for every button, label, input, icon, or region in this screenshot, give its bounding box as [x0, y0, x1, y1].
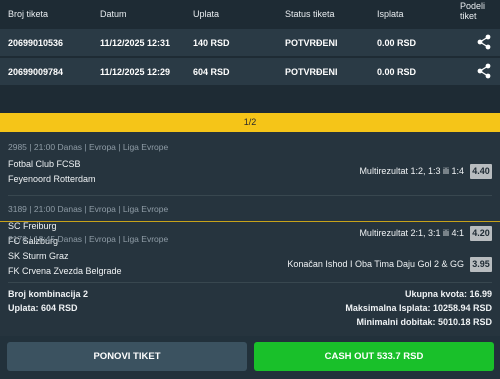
pagination-bar[interactable]: 1/2 [0, 113, 500, 132]
odd-badge: 3.95 [470, 257, 492, 272]
tickets-table-header: Broj tiketa Datum Uplata Status tiketa I… [0, 0, 500, 29]
ticket-status: POTVRĐENI [285, 67, 338, 77]
home-team: SC Freiburg [8, 221, 57, 231]
ticket-date: 11/12/2025 12:29 [100, 67, 171, 77]
ticket-row[interactable]: 20699010536 11/12/2025 12:31 140 RSD POT… [0, 29, 500, 56]
ticket-stake: 140 RSD [193, 38, 230, 48]
bet-pick: Multirezultat 1:2, 1:3 ili 1:4 [359, 166, 464, 176]
ticket-payout: 0.00 RSD [377, 38, 417, 48]
share-icon[interactable] [476, 63, 492, 79]
gold-divider [0, 221, 500, 222]
ticket-number: 20699010536 [8, 38, 64, 48]
summary-stake: Uplata: 604 RSD [8, 303, 78, 313]
header-share-line1: Podeli [460, 1, 486, 11]
match-meta: 2985 | 21:00 Danas | Evropa | Liga Evrop… [8, 142, 169, 152]
home-team: SK Sturm Graz [8, 251, 69, 261]
repeat-ticket-button[interactable]: PONOVI TIKET [7, 342, 247, 371]
cash-out-button[interactable]: CASH OUT 533.7 RSD [254, 342, 494, 371]
min-win: Minimalni dobitak: 5010.18 RSD [356, 317, 492, 327]
away-team: FK Crvena Zvezda Belgrade [8, 266, 122, 276]
ticket-payout: 0.00 RSD [377, 67, 417, 77]
ticket-row[interactable]: 20699009784 11/12/2025 12:29 604 RSD POT… [0, 58, 500, 85]
combinations-count: Broj kombinacija 2 [8, 289, 89, 299]
home-team: Fotbal Club FCSB [8, 159, 81, 169]
ticket-number: 20699009784 [8, 67, 64, 77]
total-odds: Ukupna kvota: 16.99 [404, 289, 492, 299]
header-share: Podeli tiket [460, 1, 485, 21]
match-meta: 2178 | 18:45 Danas | Evropa | Liga Evrop… [8, 234, 169, 244]
bet-pick: Konačan Ishod I Oba Tima Daju Gol 2 & GG [287, 259, 464, 269]
match-item: 2178 | 18:45 Danas | Evropa | Liga Evrop… [0, 234, 500, 282]
page-indicator: 1/2 [243, 117, 257, 127]
max-payout: Maksimalna Isplata: 10258.94 RSD [345, 303, 492, 313]
ticket-status: POTVRĐENI [285, 38, 338, 48]
ticket-stake: 604 RSD [193, 67, 230, 77]
odd-badge: 4.40 [470, 164, 492, 179]
match-divider [8, 282, 492, 283]
match-divider [8, 195, 492, 196]
header-status: Status tiketa [285, 9, 335, 19]
header-ticket-number: Broj tiketa [8, 9, 49, 19]
header-date: Datum [100, 9, 127, 19]
away-team: Feyenoord Rotterdam [8, 174, 96, 184]
match-meta: 3189 | 21:00 Danas | Evropa | Liga Evrop… [8, 204, 169, 214]
share-icon[interactable] [476, 34, 492, 50]
match-item: 2985 | 21:00 Danas | Evropa | Liga Evrop… [0, 142, 500, 190]
ticket-date: 11/12/2025 12:31 [100, 38, 171, 48]
header-payout: Isplata [377, 9, 404, 19]
row-spacer [0, 85, 500, 113]
header-stake: Uplata [193, 9, 220, 19]
ticket-details-panel: 2985 | 21:00 Danas | Evropa | Liga Evrop… [0, 132, 500, 336]
header-share-line2: tiket [460, 11, 477, 21]
